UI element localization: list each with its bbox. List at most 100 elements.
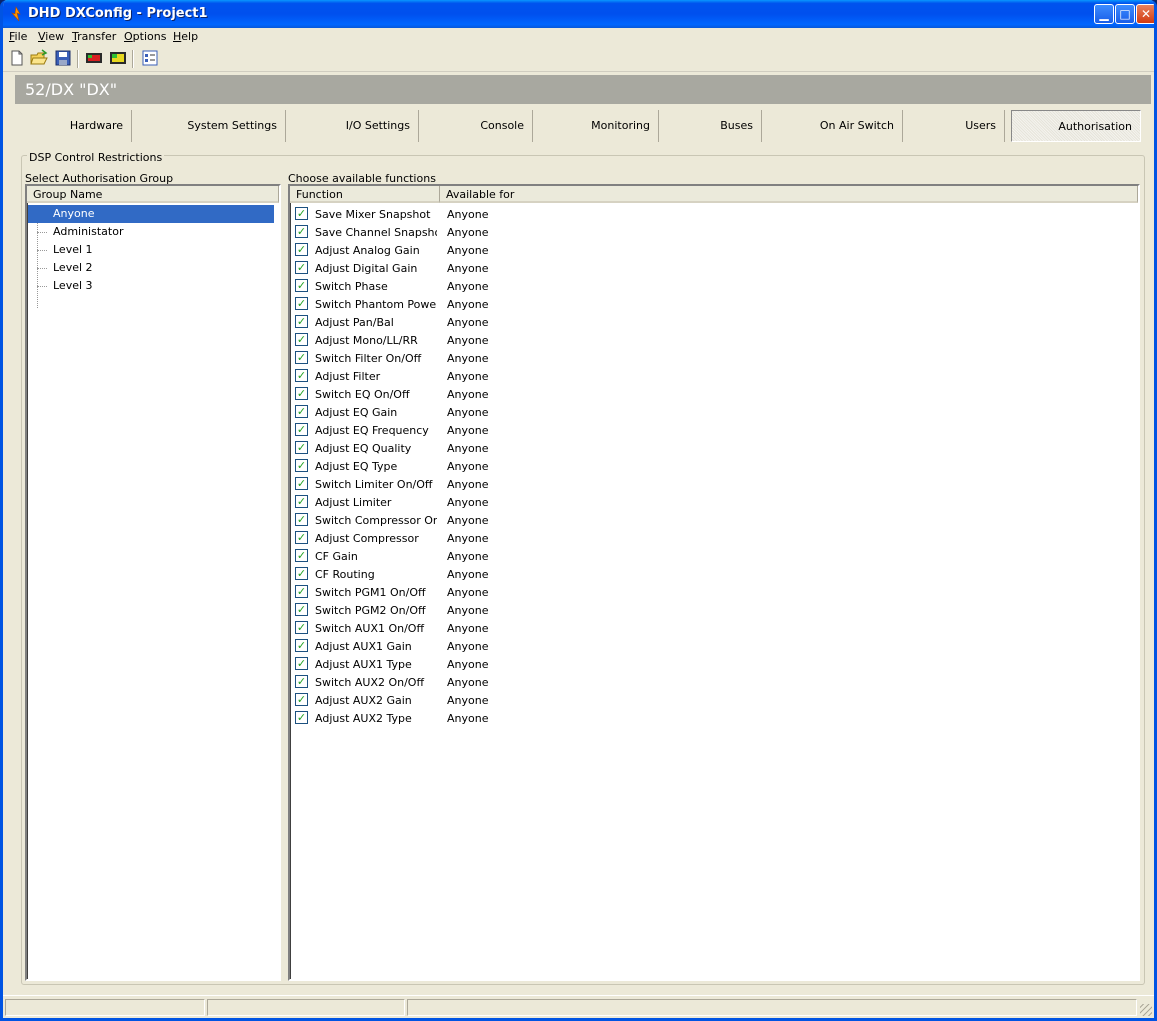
menu-file[interactable]: File: [9, 30, 27, 43]
function-checkbox[interactable]: ✓: [295, 423, 308, 436]
function-checkbox[interactable]: ✓: [295, 405, 308, 418]
table-row[interactable]: ✓ Adjust AUX1 Gain Anyone: [290, 637, 1134, 655]
table-row[interactable]: ✓ Adjust Mono/LL/RR Anyone: [290, 331, 1134, 349]
close-icon: ✕: [1140, 7, 1152, 21]
table-row[interactable]: ✓ Adjust AUX2 Gain Anyone: [290, 691, 1134, 709]
open-folder-icon[interactable]: [30, 49, 48, 67]
table-row[interactable]: ✓ Adjust AUX1 Type Anyone: [290, 655, 1134, 673]
function-checkbox[interactable]: ✓: [295, 477, 308, 490]
minimize-button[interactable]: ▁: [1094, 4, 1114, 24]
function-checkbox[interactable]: ✓: [295, 657, 308, 670]
function-checkbox[interactable]: ✓: [295, 243, 308, 256]
menu-options[interactable]: Options: [124, 30, 166, 43]
table-row[interactable]: ✓ Switch AUX1 On/Off Anyone: [290, 619, 1134, 637]
column-header-function[interactable]: Function: [290, 186, 440, 203]
tab-monitoring[interactable]: Monitoring: [533, 110, 659, 142]
new-file-icon[interactable]: [8, 49, 26, 67]
tree-item-level-2[interactable]: Level 2: [28, 259, 274, 277]
table-row[interactable]: ✓ Switch PGM2 On/Off Anyone: [290, 601, 1134, 619]
table-row[interactable]: ✓ Switch Phantom Power Anyone: [290, 295, 1134, 313]
tab-authorisation[interactable]: Authorisation: [1011, 110, 1141, 142]
tree-item-level-1[interactable]: Level 1: [28, 241, 274, 259]
table-row[interactable]: ✓ Save Mixer Snapshot Anyone: [290, 205, 1134, 223]
function-checkbox[interactable]: ✓: [295, 495, 308, 508]
table-row[interactable]: ✓ Switch Filter On/Off Anyone: [290, 349, 1134, 367]
device-red-icon[interactable]: [85, 49, 103, 67]
table-row[interactable]: ✓ CF Gain Anyone: [290, 547, 1134, 565]
function-checkbox[interactable]: ✓: [295, 639, 308, 652]
function-checkbox[interactable]: ✓: [295, 441, 308, 454]
table-row[interactable]: ✓ Adjust Pan/Bal Anyone: [290, 313, 1134, 331]
group-tree[interactable]: Group Name Anyone Administator Level 1 L…: [25, 184, 281, 981]
table-row[interactable]: ✓ CF Routing Anyone: [290, 565, 1134, 583]
tab-on-air-switch[interactable]: On Air Switch: [762, 110, 903, 142]
tab-users[interactable]: Users: [903, 110, 1005, 142]
table-row[interactable]: ✓ Adjust EQ Gain Anyone: [290, 403, 1134, 421]
table-row[interactable]: ✓ Switch PGM1 On/Off Anyone: [290, 583, 1134, 601]
function-checkbox[interactable]: ✓: [295, 621, 308, 634]
function-name: Switch Limiter On/Off: [315, 478, 433, 491]
close-button[interactable]: ✕: [1136, 4, 1154, 24]
table-row[interactable]: ✓ Adjust EQ Frequency Anyone: [290, 421, 1134, 439]
table-row[interactable]: ✓ Switch Compressor On... Anyone: [290, 511, 1134, 529]
function-checkbox[interactable]: ✓: [295, 279, 308, 292]
tree-item-level-3[interactable]: Level 3: [28, 277, 274, 295]
title-bar[interactable]: DHD DXConfig - Project1 ▁ □ ✕: [3, 0, 1154, 28]
function-checkbox[interactable]: ✓: [295, 567, 308, 580]
function-checkbox[interactable]: ✓: [295, 459, 308, 472]
function-checkbox[interactable]: ✓: [295, 387, 308, 400]
functions-list[interactable]: Function Available for ✓ Save Mixer Snaps…: [288, 184, 1140, 981]
resize-grip[interactable]: [1140, 1004, 1152, 1016]
function-name: Switch EQ On/Off: [315, 388, 410, 401]
table-row[interactable]: ✓ Adjust Digital Gain Anyone: [290, 259, 1134, 277]
table-row[interactable]: ✓ Save Channel Snapshot Anyone: [290, 223, 1134, 241]
tab-system-settings[interactable]: System Settings: [132, 110, 286, 142]
function-available-for: Anyone: [447, 712, 489, 725]
function-checkbox[interactable]: ✓: [295, 693, 308, 706]
menu-help[interactable]: Help: [173, 30, 198, 43]
table-row[interactable]: ✓ Switch AUX2 On/Off Anyone: [290, 673, 1134, 691]
function-checkbox[interactable]: ✓: [295, 333, 308, 346]
function-checkbox[interactable]: ✓: [295, 369, 308, 382]
table-row[interactable]: ✓ Adjust EQ Quality Anyone: [290, 439, 1134, 457]
properties-icon[interactable]: [141, 49, 159, 67]
column-header-group-name[interactable]: Group Name: [27, 186, 279, 203]
tree-item-anyone[interactable]: Anyone: [28, 205, 274, 223]
tab-buses[interactable]: Buses: [659, 110, 762, 142]
table-row[interactable]: ✓ Adjust Compressor Anyone: [290, 529, 1134, 547]
device-yellow-icon[interactable]: [109, 49, 127, 67]
function-checkbox[interactable]: ✓: [295, 675, 308, 688]
table-row[interactable]: ✓ Switch EQ On/Off Anyone: [290, 385, 1134, 403]
function-checkbox[interactable]: ✓: [295, 603, 308, 616]
function-checkbox[interactable]: ✓: [295, 549, 308, 562]
column-header-available-for[interactable]: Available for: [440, 186, 1138, 203]
function-checkbox[interactable]: ✓: [295, 585, 308, 598]
function-checkbox[interactable]: ✓: [295, 513, 308, 526]
function-checkbox[interactable]: ✓: [295, 351, 308, 364]
function-checkbox[interactable]: ✓: [295, 207, 308, 220]
save-disk-icon[interactable]: [54, 49, 72, 67]
table-row[interactable]: ✓ Switch Phase Anyone: [290, 277, 1134, 295]
tab-console[interactable]: Console: [419, 110, 533, 142]
table-row[interactable]: ✓ Adjust AUX2 Type Anyone: [290, 709, 1134, 727]
function-checkbox[interactable]: ✓: [295, 711, 308, 724]
table-row[interactable]: ✓ Adjust EQ Type Anyone: [290, 457, 1134, 475]
function-checkbox[interactable]: ✓: [295, 225, 308, 238]
function-checkbox[interactable]: ✓: [295, 261, 308, 274]
menu-view[interactable]: View: [38, 30, 64, 43]
tab-hardware[interactable]: Hardware: [15, 110, 132, 142]
table-row[interactable]: ✓ Adjust Limiter Anyone: [290, 493, 1134, 511]
function-name: Switch Phantom Power: [315, 298, 437, 311]
tab-io-settings[interactable]: I/O Settings: [286, 110, 419, 142]
function-checkbox[interactable]: ✓: [295, 297, 308, 310]
function-checkbox[interactable]: ✓: [295, 531, 308, 544]
tree-item-administator[interactable]: Administator: [28, 223, 274, 241]
menu-transfer[interactable]: Transfer: [72, 30, 116, 43]
maximize-button[interactable]: □: [1115, 4, 1135, 24]
function-name: Save Channel Snapshot: [315, 226, 437, 239]
table-row[interactable]: ✓ Adjust Filter Anyone: [290, 367, 1134, 385]
table-row[interactable]: ✓ Switch Limiter On/Off Anyone: [290, 475, 1134, 493]
function-name: Adjust AUX2 Type: [315, 712, 412, 725]
table-row[interactable]: ✓ Adjust Analog Gain Anyone: [290, 241, 1134, 259]
function-checkbox[interactable]: ✓: [295, 315, 308, 328]
